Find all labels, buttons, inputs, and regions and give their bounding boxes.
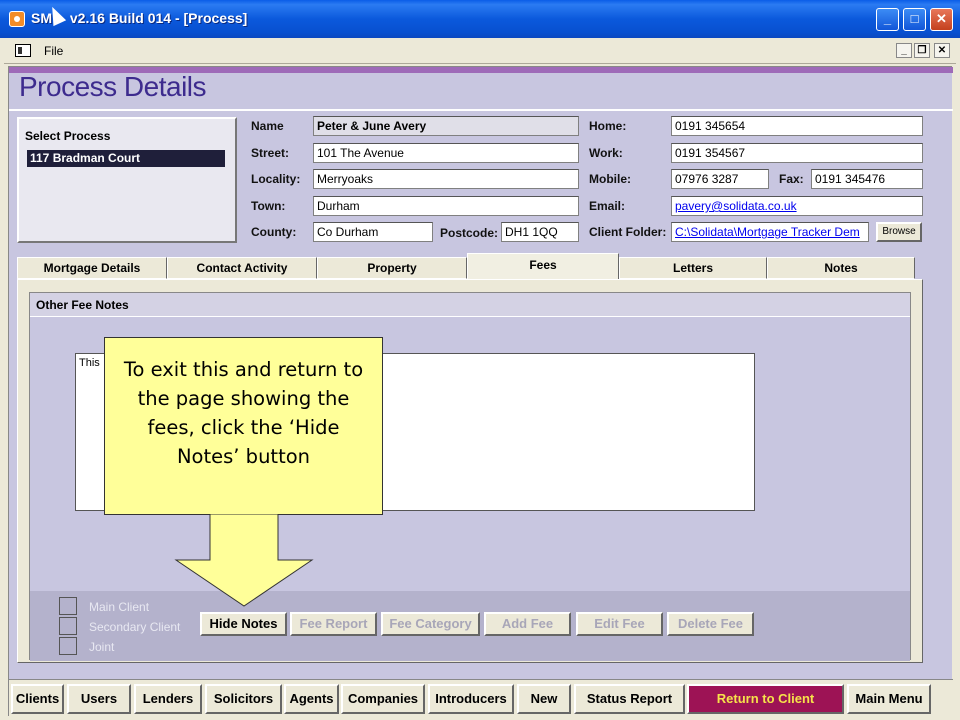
street-field[interactable]: 101 The Avenue [313,143,579,163]
fee-report-button[interactable]: Fee Report [290,612,377,636]
main-client-checkbox[interactable] [59,597,77,615]
joint-checkbox[interactable] [59,637,77,655]
nav-introducers-button[interactable]: Introducers [428,684,514,714]
locality-field[interactable]: Merryoaks [313,169,579,189]
name-field[interactable]: Peter & June Avery [313,116,579,136]
edit-fee-button[interactable]: Edit Fee [576,612,663,636]
client-folder-link[interactable]: C:\Solidata\Mortgage Tracker Dem [675,225,860,239]
return-to-client-button[interactable]: Return to Client [687,684,844,714]
county-label: County: [251,225,297,239]
nav-solicitors-button[interactable]: Solicitors [205,684,282,714]
tab-letters[interactable]: Letters [619,257,767,279]
work-label: Work: [589,146,623,160]
nav-agents-button[interactable]: Agents [284,684,339,714]
tab-contact-activity[interactable]: Contact Activity [167,257,317,279]
postcode-label: Postcode: [440,226,499,240]
email-link[interactable]: pavery@solidata.co.uk [675,199,797,213]
callout-arrow-icon [174,514,314,607]
fax-field[interactable]: 0191 345476 [811,169,923,189]
street-label: Street: [251,146,290,160]
form-icon[interactable] [15,44,31,57]
town-label: Town: [251,199,286,213]
email-label: Email: [589,199,626,213]
instruction-callout: To exit this and return to the page show… [104,337,383,515]
postcode-field[interactable]: DH1 1QQ [501,222,579,242]
main-client-label: Main Client [89,600,150,614]
close-button[interactable]: ✕ [930,8,953,31]
select-process-label: Select Process [25,129,111,143]
hide-notes-button[interactable]: Hide Notes [200,612,287,636]
process-list-item[interactable]: 117 Bradman Court [27,150,225,167]
joint-label: Joint [89,640,115,654]
maximize-button[interactable]: □ [903,8,926,31]
menu-bar: File _ ❐ ✕ [4,38,956,64]
locality-label: Locality: [251,172,301,186]
home-label: Home: [589,119,627,133]
mobile-field[interactable]: 07976 3287 [671,169,769,189]
fee-notes-header: Other Fee Notes [30,293,910,317]
secondary-client-label: Secondary Client [89,620,181,634]
browse-button[interactable]: Browse [876,222,922,242]
nav-status-report-button[interactable]: Status Report [574,684,685,714]
name-label: Name [251,119,284,133]
county-field[interactable]: Co Durham [313,222,433,242]
client-folder-label: Client Folder: [589,225,667,239]
nav-lenders-button[interactable]: Lenders [134,684,202,714]
mobile-label: Mobile: [589,172,631,186]
menu-file[interactable]: File [44,44,63,58]
fax-label: Fax: [779,172,804,186]
nav-clients-button[interactable]: Clients [11,684,64,714]
town-field[interactable]: Durham [313,196,579,216]
tab-property[interactable]: Property [317,257,467,279]
fee-category-button[interactable]: Fee Category [381,612,480,636]
tab-mortgage-details[interactable]: Mortgage Details [17,257,167,279]
page-title: Process Details [19,71,207,102]
client-folder-field[interactable]: C:\Solidata\Mortgage Tracker Dem [671,222,869,242]
app-icon[interactable] [9,11,25,27]
nav-companies-button[interactable]: Companies [341,684,425,714]
fees-action-bar: Main Client Secondary Client Joint Hide … [30,591,910,661]
secondary-client-checkbox[interactable] [59,617,77,635]
home-phone-field[interactable]: 0191 345654 [671,116,923,136]
email-field[interactable]: pavery@solidata.co.uk [671,196,923,216]
delete-fee-button[interactable]: Delete Fee [667,612,754,636]
nav-new-button[interactable]: New [517,684,571,714]
nav-users-button[interactable]: Users [67,684,131,714]
tab-notes[interactable]: Notes [767,257,915,279]
minimize-button[interactable]: _ [876,8,899,31]
add-fee-button[interactable]: Add Fee [484,612,571,636]
mdi-close-button[interactable]: ✕ [934,43,950,58]
mdi-restore-button[interactable]: ❐ [914,43,930,58]
mdi-minimize-button[interactable]: _ [896,43,912,58]
tab-fees[interactable]: Fees [467,253,619,280]
work-phone-field[interactable]: 0191 354567 [671,143,923,163]
select-process-box: Select Process 117 Bradman Court [17,117,237,243]
divider [9,109,953,111]
title-bar[interactable]: SM v2.16 Build 014 - [Process] _ □ ✕ [0,0,960,38]
navigation-bar: Clients Users Lenders Solicitors Agents … [9,679,953,717]
nav-main-menu-button[interactable]: Main Menu [847,684,931,714]
